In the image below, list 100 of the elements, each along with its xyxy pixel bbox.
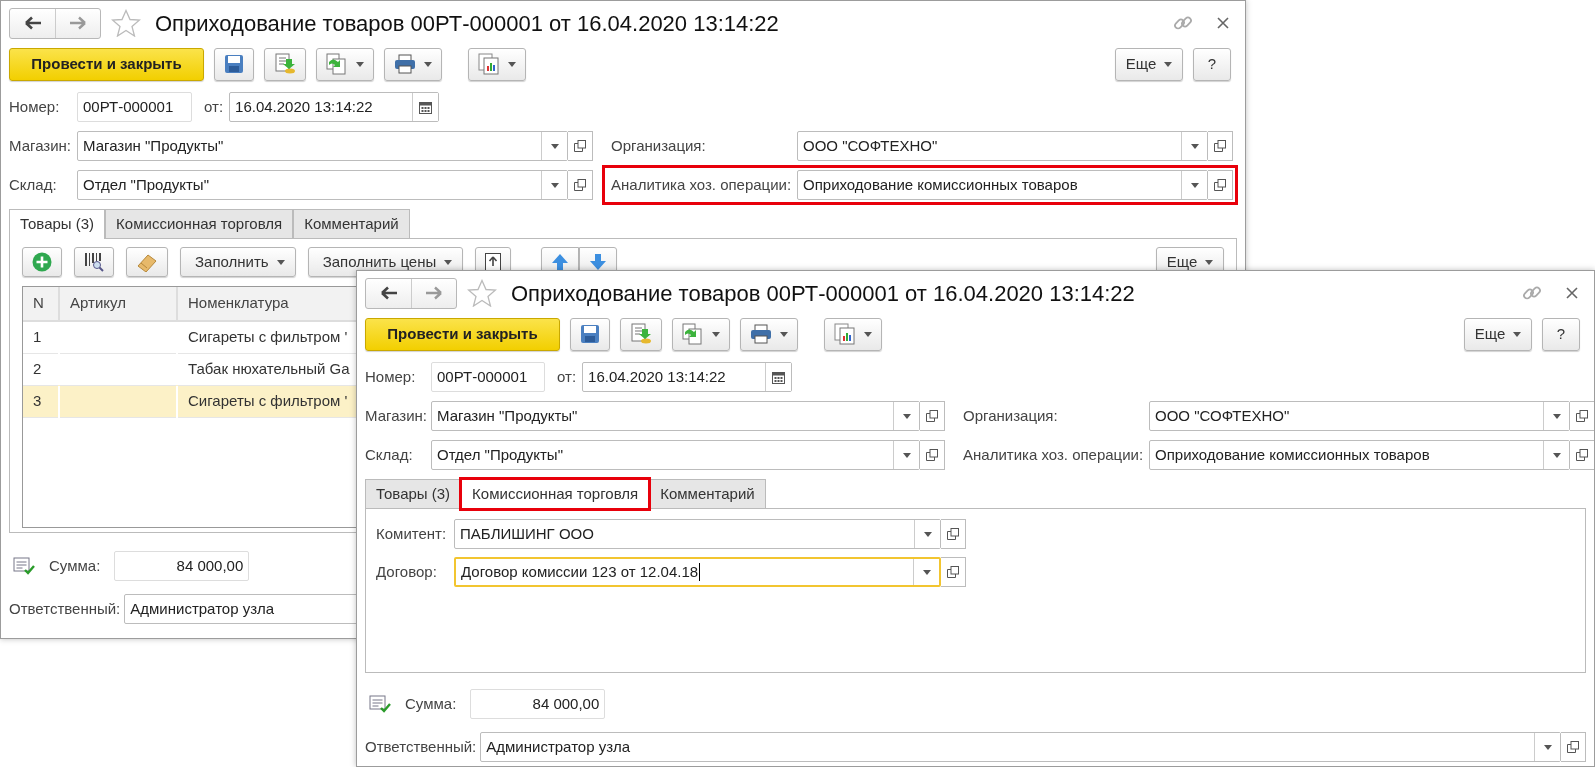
open-button[interactable] bbox=[1561, 732, 1586, 762]
column-header[interactable]: N bbox=[23, 287, 59, 321]
star-icon[interactable] bbox=[467, 279, 497, 307]
print-button[interactable] bbox=[384, 47, 442, 81]
open-window-icon bbox=[1567, 741, 1579, 753]
open-button[interactable] bbox=[920, 401, 945, 431]
dropdown-button[interactable] bbox=[893, 441, 919, 469]
open-button[interactable] bbox=[1570, 440, 1594, 470]
open-button[interactable] bbox=[1570, 401, 1594, 431]
open-window-icon bbox=[574, 179, 586, 191]
open-window-icon bbox=[1214, 179, 1226, 191]
select-field[interactable]: Магазин "Продукты" bbox=[431, 401, 920, 431]
documents-arrow-icon bbox=[326, 53, 348, 75]
tab[interactable]: Комиссионная торговля bbox=[461, 479, 650, 509]
date-field[interactable]: 16.04.2020 13:14:22 bbox=[582, 362, 793, 392]
help-button[interactable]: ? bbox=[1193, 47, 1231, 81]
post-and-close-button[interactable]: Провести и закрыть bbox=[9, 47, 204, 81]
open-window-icon bbox=[1214, 140, 1226, 152]
close-icon[interactable] bbox=[1566, 287, 1578, 299]
more-button[interactable]: Еще bbox=[1115, 47, 1183, 81]
sum-field[interactable]: 84 000,00 bbox=[114, 551, 250, 581]
open-button[interactable] bbox=[1208, 131, 1233, 161]
open-button[interactable] bbox=[941, 519, 966, 549]
save-button[interactable] bbox=[214, 47, 254, 81]
calendar-icon bbox=[419, 100, 433, 114]
field-label: от: bbox=[204, 96, 224, 117]
add-button[interactable] bbox=[22, 247, 62, 277]
post-button[interactable] bbox=[620, 317, 662, 351]
dropdown-button[interactable] bbox=[541, 171, 567, 199]
help-button[interactable]: ? bbox=[1542, 317, 1580, 351]
barcode-search-icon bbox=[84, 252, 104, 272]
field-label: Магазин: bbox=[9, 135, 73, 156]
caret-icon bbox=[902, 413, 911, 419]
calendar-button[interactable] bbox=[412, 93, 439, 121]
dropdown-button[interactable] bbox=[1543, 441, 1569, 469]
checklist-icon bbox=[369, 695, 391, 713]
close-icon[interactable] bbox=[1217, 17, 1229, 29]
select-field[interactable]: Отдел "Продукты" bbox=[431, 440, 920, 470]
reports-button[interactable] bbox=[824, 317, 882, 351]
menu-button[interactable]: Заполнить bbox=[180, 247, 296, 277]
dropdown-button[interactable] bbox=[1181, 132, 1207, 160]
tab[interactable]: Товары (3) bbox=[365, 479, 462, 508]
document-arrow-icon bbox=[630, 323, 652, 345]
caret-icon bbox=[356, 61, 364, 67]
date-field[interactable]: 16.04.2020 13:14:22 bbox=[229, 92, 440, 122]
field-label: Номер: bbox=[365, 366, 417, 387]
more-button[interactable]: Еще bbox=[1464, 317, 1532, 351]
field-label: Организация: bbox=[610, 135, 707, 156]
report-chart-icon bbox=[834, 323, 856, 345]
field-label: Склад: bbox=[9, 174, 58, 195]
field-label: Аналитика хоз. операции: bbox=[962, 444, 1145, 465]
tab[interactable]: Товары (3) bbox=[9, 209, 106, 239]
caret-icon bbox=[1552, 452, 1561, 458]
caret-icon bbox=[550, 182, 559, 188]
open-button[interactable] bbox=[941, 557, 966, 587]
number-field[interactable]: 00РТ-000001 bbox=[77, 92, 192, 122]
post-and-close-button[interactable]: Провести и закрыть bbox=[365, 317, 560, 351]
forward-arrow-icon bbox=[69, 16, 87, 30]
tab[interactable]: Комментарий bbox=[293, 209, 410, 238]
caret-icon bbox=[712, 331, 720, 337]
open-button[interactable] bbox=[1208, 170, 1233, 200]
select-field[interactable]: ООО "СОФТЕХНО" bbox=[1149, 401, 1570, 431]
dropdown-button[interactable] bbox=[914, 520, 940, 548]
save-button[interactable] bbox=[570, 317, 610, 351]
dropdown-button[interactable] bbox=[541, 132, 567, 160]
calendar-button[interactable] bbox=[765, 363, 792, 391]
dropdown-button[interactable] bbox=[1543, 402, 1569, 430]
select-field[interactable]: Отдел "Продукты" bbox=[77, 170, 568, 200]
dropdown-button[interactable] bbox=[1181, 171, 1207, 199]
barcode-search-button[interactable] bbox=[74, 247, 114, 277]
caret-icon bbox=[276, 259, 285, 265]
open-button[interactable] bbox=[920, 440, 945, 470]
dropdown-button[interactable] bbox=[1534, 733, 1560, 761]
create-based-on-button[interactable] bbox=[316, 47, 374, 81]
open-button[interactable] bbox=[568, 170, 593, 200]
dropdown-button[interactable] bbox=[893, 402, 919, 430]
select-field[interactable]: Оприходование комиссионных товаров bbox=[1149, 440, 1570, 470]
column-header[interactable]: Артикул bbox=[59, 287, 177, 321]
table-cell: 1 bbox=[23, 321, 59, 353]
select-field[interactable]: Договор комиссии 123 от 12.04.18 bbox=[454, 557, 941, 587]
select-field[interactable]: ПАБЛИШИНГ ООО bbox=[454, 519, 941, 549]
create-based-on-button[interactable] bbox=[672, 317, 730, 351]
select-field[interactable]: Администратор узла bbox=[480, 732, 1561, 762]
tab[interactable]: Комментарий bbox=[649, 479, 766, 508]
post-button[interactable] bbox=[264, 47, 306, 81]
select-field[interactable]: Магазин "Продукты" bbox=[77, 131, 568, 161]
star-icon[interactable] bbox=[111, 9, 141, 37]
table-cell: 3 bbox=[23, 385, 59, 417]
caret-icon bbox=[1543, 744, 1552, 750]
documents-arrow-icon bbox=[682, 323, 704, 345]
select-field[interactable]: ООО "СОФТЕХНО" bbox=[797, 131, 1208, 161]
number-field[interactable]: 00РТ-000001 bbox=[431, 362, 545, 392]
open-button[interactable] bbox=[568, 131, 593, 161]
select-field[interactable]: Оприходование комиссионных товаров bbox=[797, 170, 1208, 200]
checklist-icon bbox=[13, 557, 35, 575]
tab[interactable]: Комиссионная торговля bbox=[105, 209, 294, 238]
open-window-icon bbox=[926, 449, 938, 461]
print-button[interactable] bbox=[740, 317, 798, 351]
reports-button[interactable] bbox=[468, 47, 526, 81]
sum-field[interactable]: 84 000,00 bbox=[470, 689, 606, 719]
